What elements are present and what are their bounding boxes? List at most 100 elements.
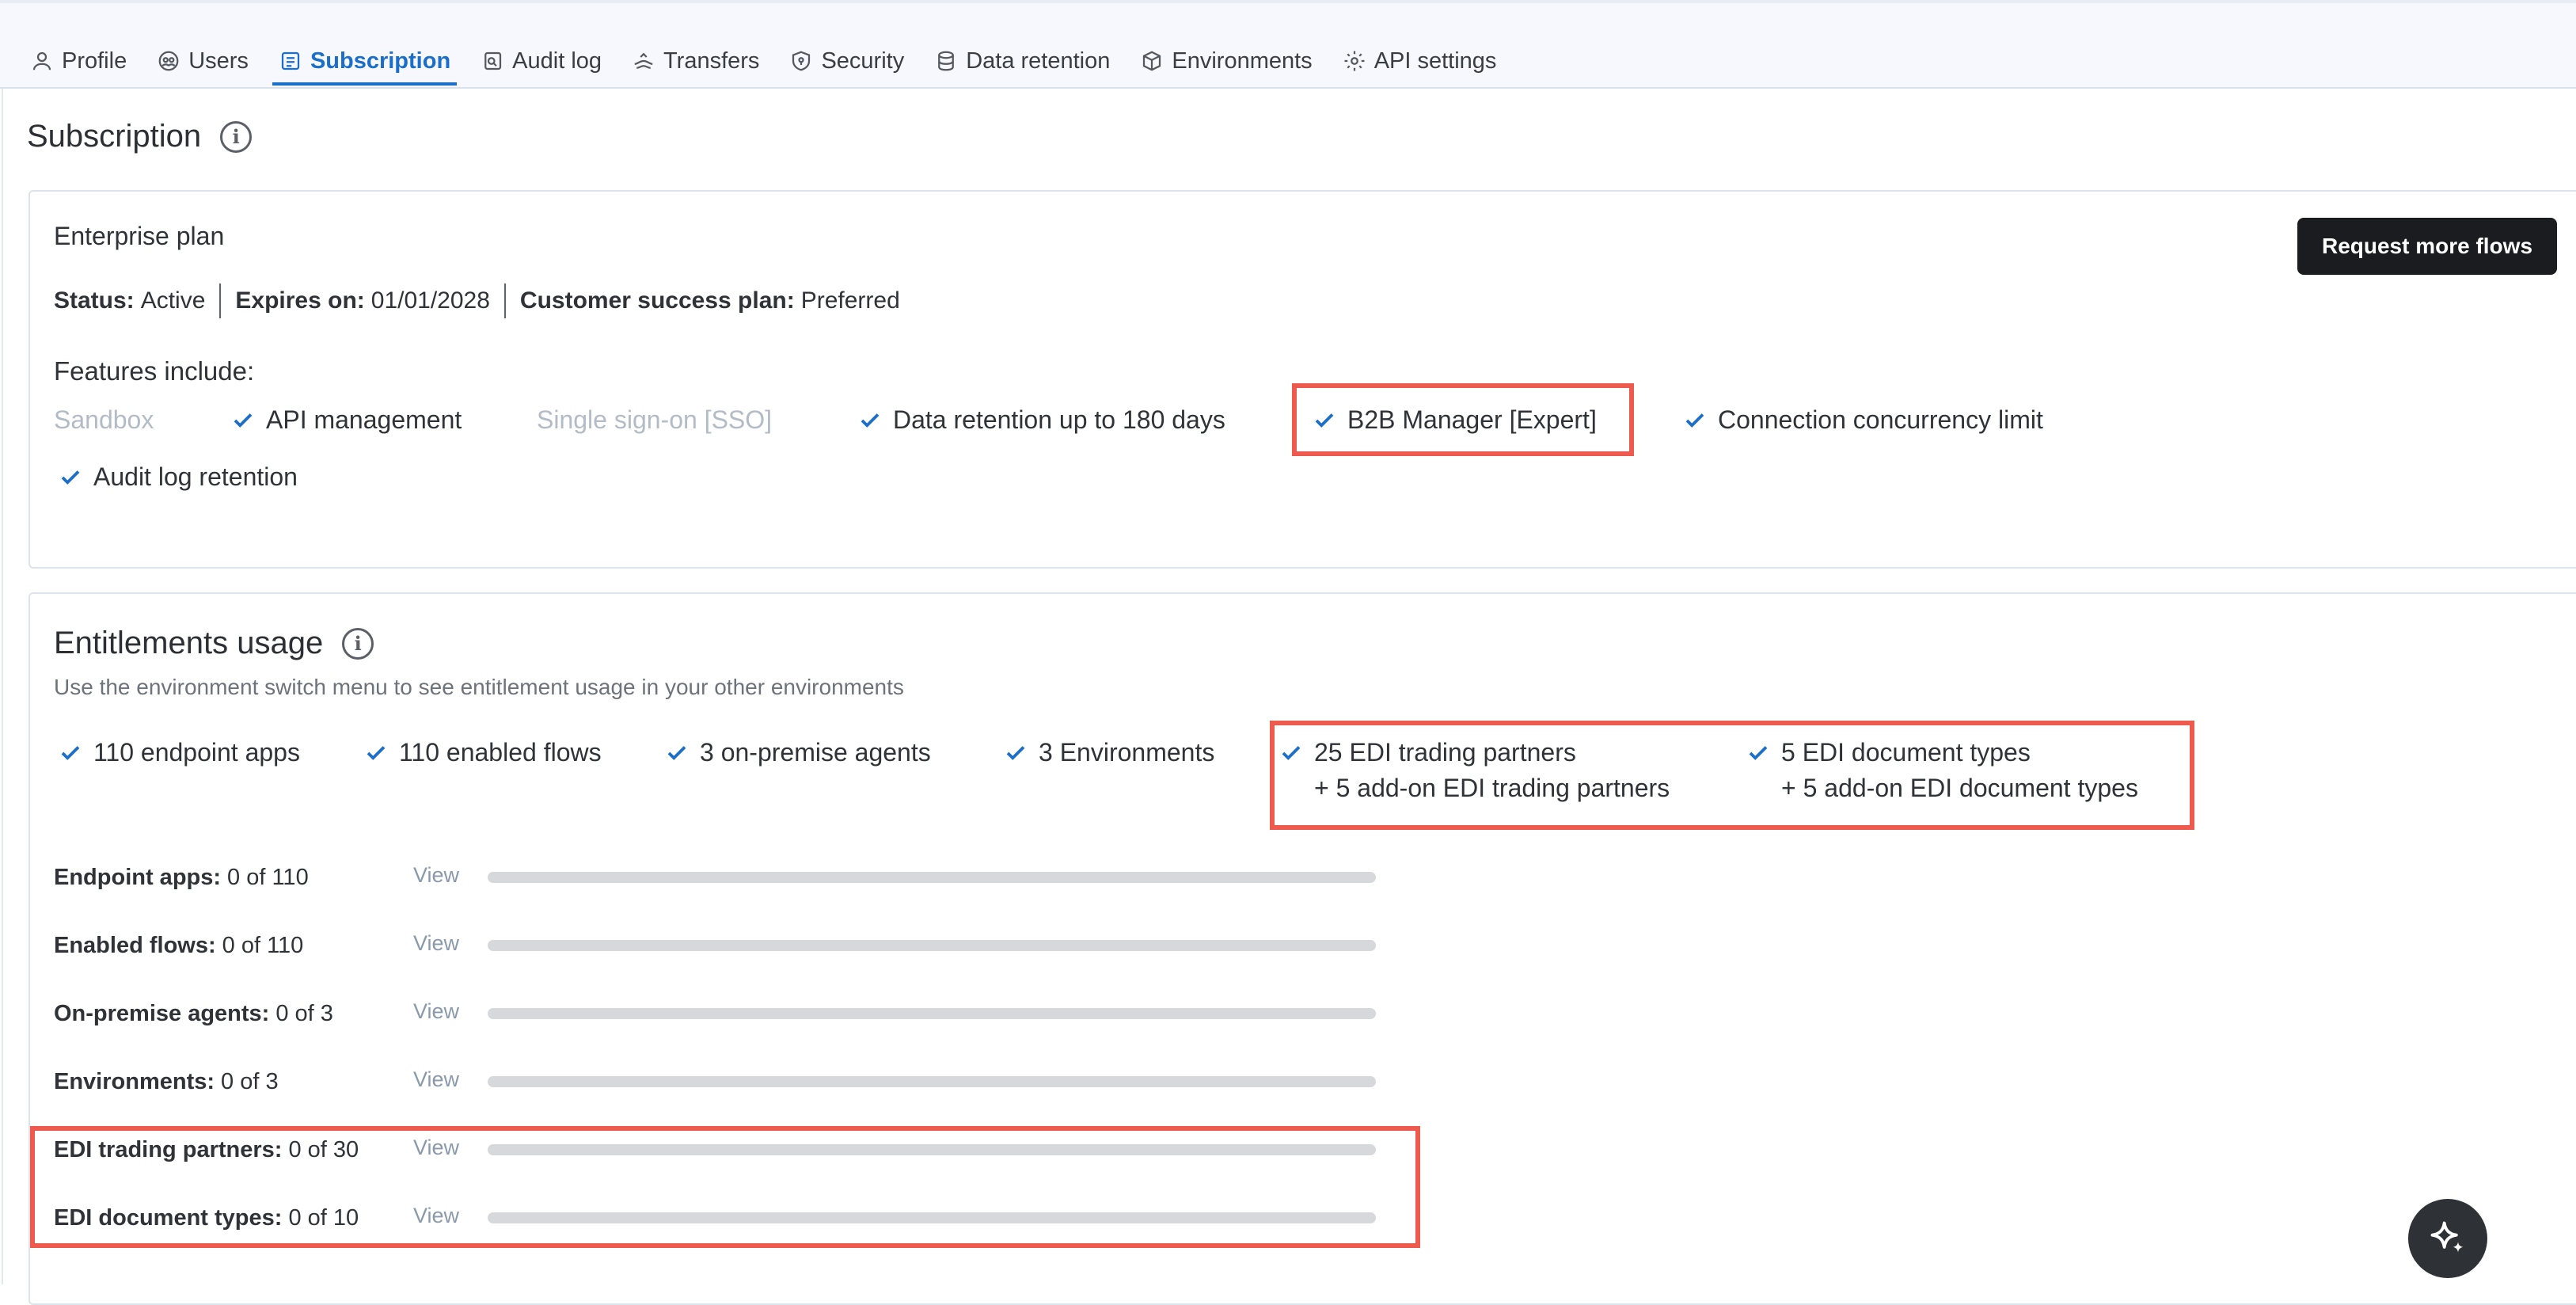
tab-label: Audit log — [512, 48, 602, 74]
expires-label: Expires on: — [235, 287, 365, 314]
shield-icon — [792, 51, 811, 71]
tab-security[interactable]: Security — [783, 41, 910, 81]
feature-label: Single sign-on [SSO] — [537, 405, 773, 434]
sparkle-icon — [2430, 1221, 2464, 1253]
usage-value: 0 of 3 — [221, 1068, 279, 1094]
tab-audit-log[interactable]: Audit log — [474, 41, 608, 81]
feature-api-management: API management — [231, 405, 462, 435]
database-icon — [938, 51, 955, 71]
check-icon — [667, 745, 686, 760]
tab-label: Transfers — [663, 48, 760, 74]
view-link[interactable]: View — [413, 931, 459, 956]
entitlement-label: 110 endpoint apps — [93, 738, 300, 767]
status-value: Active — [140, 287, 206, 314]
check-icon — [234, 413, 253, 428]
csp-value: Preferred — [800, 287, 900, 314]
plan-name: Enterprise plan — [54, 222, 225, 250]
page-title: Subscription i — [27, 119, 253, 154]
entitlement-label: 110 enabled flows — [399, 738, 602, 767]
check-icon — [1685, 413, 1704, 428]
request-more-flows-button[interactable]: Request more flows — [2297, 218, 2557, 275]
feature-connection-concurrency: Connection concurrency limit — [1683, 405, 2043, 435]
plan-card — [28, 190, 2576, 569]
users-icon — [158, 51, 179, 71]
tab-label: Environments — [1172, 48, 1313, 74]
check-icon — [1006, 745, 1025, 760]
entitlements-title-text: Entitlements usage — [54, 626, 324, 660]
usage-label: Environments: — [54, 1068, 215, 1094]
usage-progress-bar — [488, 1008, 1376, 1019]
tab-subscription[interactable]: Subscription — [272, 41, 458, 86]
info-icon[interactable]: i — [220, 120, 253, 153]
divider — [219, 283, 222, 318]
page-title-text: Subscription — [27, 119, 202, 154]
plan-status-row: Status: Active Expires on: 01/01/2028 Cu… — [54, 283, 900, 318]
usage-row: On-premise agents: 0 of 3 — [54, 998, 333, 1029]
tab-data-retention[interactable]: Data retention — [928, 41, 1116, 81]
tab-users[interactable]: Users — [150, 41, 255, 81]
highlight-box — [1270, 721, 2194, 830]
entitlement-label: 3 on-premise agents — [700, 738, 931, 767]
feature-data-retention: Data retention up to 180 days — [858, 405, 1225, 435]
highlight-box — [1292, 383, 1634, 456]
check-icon — [861, 413, 880, 428]
status-label: Status: — [54, 287, 135, 314]
usage-label: On-premise agents: — [54, 1000, 270, 1026]
usage-progress-bar — [488, 1076, 1376, 1087]
tab-label: API settings — [1373, 48, 1497, 74]
entitlement-item: 3 Environments — [1004, 738, 1214, 767]
entitlements-subtitle: Use the environment switch menu to see e… — [54, 675, 904, 699]
top-divider — [0, 0, 2576, 3]
check-icon — [61, 470, 80, 485]
tab-label: Profile — [62, 48, 127, 74]
entitlements-title: Entitlements usage i — [54, 626, 374, 661]
tab-transfers[interactable]: Transfers — [625, 41, 766, 81]
highlight-box — [30, 1126, 1420, 1248]
ai-assistant-button[interactable] — [2408, 1199, 2487, 1278]
tab-label: Users — [188, 48, 249, 74]
check-icon — [367, 745, 386, 760]
usage-progress-bar — [488, 872, 1376, 883]
usage-row: Enabled flows: 0 of 110 — [54, 930, 303, 961]
usage-label: Enabled flows: — [54, 932, 216, 958]
gear-icon — [1344, 51, 1365, 71]
entitlement-label: 3 Environments — [1039, 738, 1215, 767]
csp-label: Customer success plan: — [519, 287, 795, 314]
entitlement-item: 3 on-premise agents — [665, 738, 931, 767]
tab-environments[interactable]: Environments — [1134, 41, 1318, 81]
top-tab-bar: Profile Users Subscription Audit log Tra… — [0, 0, 2576, 89]
view-link[interactable]: View — [413, 999, 459, 1024]
info-icon[interactable]: i — [342, 627, 374, 660]
person-icon — [32, 51, 51, 70]
view-link[interactable]: View — [413, 1067, 459, 1092]
check-icon — [61, 745, 80, 760]
feature-label: Connection concurrency limit — [1718, 405, 2043, 434]
feature-label: Audit log retention — [93, 462, 298, 491]
entitlement-item: 110 endpoint apps — [59, 738, 300, 767]
tab-api-settings[interactable]: API settings — [1336, 41, 1503, 81]
feature-sandbox: Sandbox — [54, 405, 154, 435]
cube-icon — [1143, 51, 1161, 71]
tab-label: Data retention — [966, 48, 1111, 74]
tab-label: Subscription — [310, 48, 451, 74]
usage-value: 0 of 110 — [227, 864, 309, 890]
usage-row: Environments: 0 of 3 — [54, 1066, 279, 1098]
feature-label: Data retention up to 180 days — [893, 405, 1225, 434]
feature-label: Sandbox — [54, 405, 154, 434]
feature-label: API management — [266, 405, 462, 434]
transfers-icon — [634, 52, 653, 69]
usage-value: 0 of 110 — [222, 932, 304, 958]
divider — [503, 283, 506, 318]
features-label: Features include: — [54, 356, 255, 386]
subscription-icon — [281, 51, 300, 70]
usage-value: 0 of 3 — [275, 1000, 333, 1026]
tabs: Profile Users Subscription Audit log Tra… — [24, 41, 1520, 87]
feature-sso: Single sign-on [SSO] — [537, 405, 772, 435]
usage-progress-bar — [488, 940, 1376, 951]
usage-label: Endpoint apps: — [54, 864, 222, 890]
view-link[interactable]: View — [413, 863, 459, 888]
tab-profile[interactable]: Profile — [24, 41, 133, 81]
entitlement-item: 110 enabled flows — [364, 738, 602, 767]
expires-value: 01/01/2028 — [370, 287, 490, 314]
feature-audit-log-retention: Audit log retention — [59, 462, 298, 492]
